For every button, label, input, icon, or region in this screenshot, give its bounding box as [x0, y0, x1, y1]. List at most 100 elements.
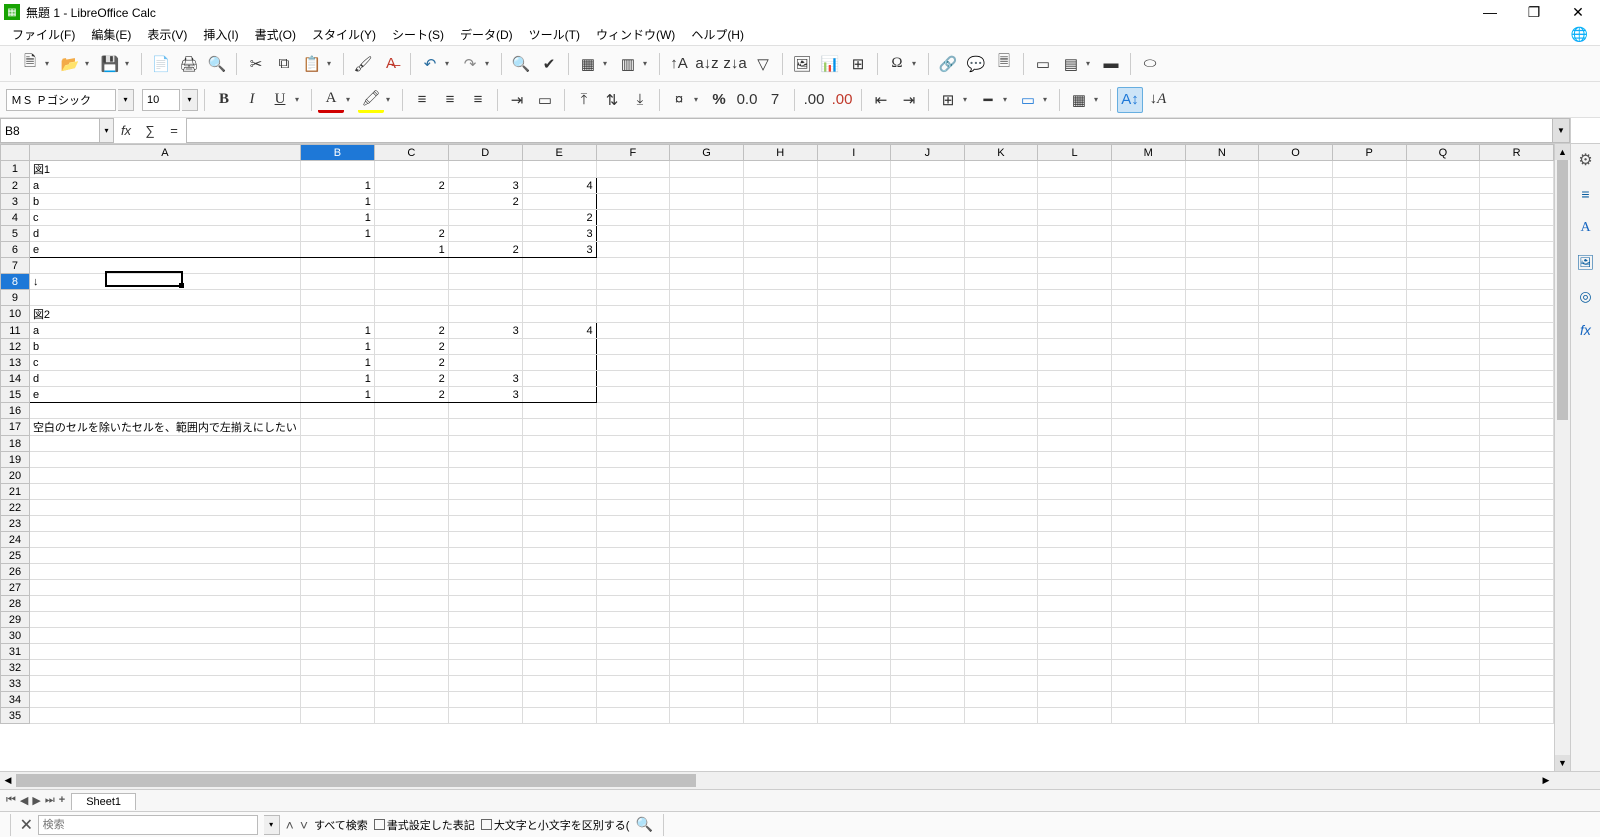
cell[interactable] [891, 258, 965, 274]
cell[interactable] [1332, 676, 1406, 692]
cell[interactable] [1259, 403, 1333, 419]
borders-icon[interactable]: ⊞ [935, 87, 961, 113]
cell[interactable] [964, 452, 1038, 468]
cell[interactable] [670, 242, 744, 258]
del-decimal-icon[interactable]: .00 [829, 87, 855, 113]
cell[interactable] [1480, 596, 1554, 612]
cell[interactable] [522, 612, 596, 628]
cell[interactable] [1185, 484, 1259, 500]
new-icon[interactable]: 🗎 [17, 51, 43, 77]
font-color-dropdown[interactable]: ▾ [346, 95, 354, 104]
cell[interactable] [522, 452, 596, 468]
cell[interactable] [374, 403, 448, 419]
align-right-icon[interactable]: ≡ [465, 87, 491, 113]
cell[interactable] [1406, 355, 1480, 371]
cell[interactable] [448, 339, 522, 355]
cell[interactable] [1259, 274, 1333, 290]
cell[interactable] [817, 532, 891, 548]
cell[interactable] [1038, 161, 1112, 178]
cell[interactable] [670, 500, 744, 516]
cell[interactable] [1259, 161, 1333, 178]
hscroll-thumb[interactable] [16, 774, 696, 787]
cell[interactable] [670, 628, 744, 644]
cell[interactable] [964, 708, 1038, 724]
cell[interactable] [1259, 258, 1333, 274]
freeze-dropdown[interactable]: ▾ [1086, 59, 1094, 68]
cell[interactable] [1038, 628, 1112, 644]
cell[interactable] [891, 484, 965, 500]
menu-insert[interactable]: 挿入(I) [195, 24, 246, 45]
vertical-scrollbar[interactable]: ▲ ▼ [1554, 144, 1570, 771]
cut-icon[interactable]: ✂ [243, 51, 269, 77]
spreadsheet-grid[interactable]: ABCDEFGHIJKLMNOPQR1図12a12343b124c125d123… [0, 144, 1554, 724]
cell[interactable] [964, 355, 1038, 371]
cell[interactable] [1259, 644, 1333, 660]
cell[interactable] [448, 226, 522, 242]
sidepanel-functions-icon[interactable]: fx [1576, 320, 1596, 340]
cell[interactable] [1406, 500, 1480, 516]
cell[interactable] [964, 548, 1038, 564]
cell[interactable] [29, 468, 300, 484]
cell[interactable] [596, 226, 670, 242]
cell[interactable] [1259, 339, 1333, 355]
cell[interactable] [891, 226, 965, 242]
cell[interactable] [1111, 226, 1185, 242]
cell[interactable] [1185, 452, 1259, 468]
cell[interactable]: 3 [522, 226, 596, 242]
hscroll-track[interactable] [16, 772, 1538, 789]
cell[interactable]: 1 [300, 178, 374, 194]
cell[interactable] [1259, 500, 1333, 516]
cell[interactable] [1111, 355, 1185, 371]
cell[interactable] [743, 516, 817, 532]
cell[interactable] [522, 274, 596, 290]
cell[interactable] [29, 258, 300, 274]
cell[interactable] [1406, 612, 1480, 628]
cell[interactable] [891, 339, 965, 355]
cell[interactable] [29, 644, 300, 660]
cell[interactable]: a [29, 178, 300, 194]
cell[interactable] [670, 468, 744, 484]
cell[interactable] [1038, 323, 1112, 339]
cell[interactable] [596, 452, 670, 468]
cell[interactable] [448, 516, 522, 532]
cell[interactable] [1185, 596, 1259, 612]
menu-file[interactable]: ファイル(F) [4, 24, 83, 45]
cell[interactable] [743, 676, 817, 692]
cell[interactable] [670, 387, 744, 403]
cell[interactable] [29, 580, 300, 596]
cell[interactable] [1111, 564, 1185, 580]
cell[interactable] [374, 452, 448, 468]
cell[interactable] [670, 564, 744, 580]
cell[interactable] [1038, 436, 1112, 452]
cell[interactable] [817, 194, 891, 210]
cell[interactable] [522, 161, 596, 178]
highlight-dropdown[interactable]: ▾ [386, 95, 394, 104]
cell[interactable] [1185, 258, 1259, 274]
cell[interactable] [964, 178, 1038, 194]
sidepanel-navigator-icon[interactable]: ◎ [1576, 286, 1596, 306]
row-header[interactable]: 3 [1, 194, 30, 210]
cell[interactable] [1332, 290, 1406, 306]
cell[interactable] [743, 580, 817, 596]
cell[interactable] [817, 419, 891, 436]
cell[interactable] [817, 676, 891, 692]
cell[interactable] [1038, 339, 1112, 355]
cell[interactable] [1332, 242, 1406, 258]
cell[interactable] [1480, 194, 1554, 210]
row-header[interactable]: 8 [1, 274, 30, 290]
cell[interactable] [448, 692, 522, 708]
cell[interactable] [1038, 612, 1112, 628]
cell[interactable] [891, 194, 965, 210]
increase-indent-icon[interactable]: ⇤ [868, 87, 894, 113]
clear-format-icon[interactable]: A̶ [378, 51, 404, 77]
cell[interactable] [448, 628, 522, 644]
column-header[interactable]: N [1185, 145, 1259, 161]
cell[interactable]: 2 [448, 242, 522, 258]
cell[interactable] [1406, 403, 1480, 419]
cell[interactable]: ↓ [29, 274, 300, 290]
cell[interactable] [448, 306, 522, 323]
cell[interactable] [1480, 500, 1554, 516]
cell[interactable] [1038, 258, 1112, 274]
column-header[interactable]: A [29, 145, 300, 161]
cell[interactable] [743, 306, 817, 323]
